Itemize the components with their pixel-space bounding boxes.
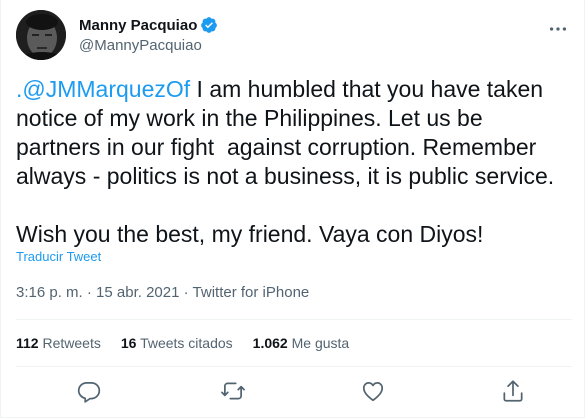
meta-separator: · — [82, 284, 97, 301]
mention-link[interactable]: .@JMMarquezOf — [16, 76, 190, 102]
tweet-time[interactable]: 3:16 p. m. — [16, 284, 83, 301]
likes-stat[interactable]: 1.062 Me gusta — [253, 335, 350, 351]
tweet-paragraph-2: Wish you the best, my friend. Vaya con D… — [16, 221, 484, 247]
display-name-row: Manny Pacquiao — [79, 15, 218, 35]
reply-icon[interactable] — [76, 378, 102, 404]
tweet-meta: 3:16 p. m. · 15 abr. 2021 · Twitter for … — [16, 284, 309, 301]
meta-separator-2: · — [179, 284, 193, 301]
retweet-icon[interactable] — [220, 378, 246, 404]
tweet-stats: 112 Retweets 16 Tweets citados 1.062 Me … — [16, 335, 369, 351]
translate-tweet-link[interactable]: Traducir Tweet — [16, 249, 101, 264]
user-handle[interactable]: @MannyPacquiao — [79, 37, 218, 54]
quotes-stat[interactable]: 16 Tweets citados — [121, 335, 233, 351]
tweet-actions — [1, 372, 585, 412]
tweet-paragraph-1: .@JMMarquezOf I am humbled that you have… — [16, 75, 572, 191]
retweets-count: 112 — [16, 335, 39, 351]
divider-bottom — [16, 366, 572, 367]
likes-label: Me gusta — [291, 335, 350, 351]
user-names: Manny Pacquiao @MannyPacquiao — [79, 15, 218, 54]
retweets-label: Retweets — [42, 335, 101, 351]
quotes-label: Tweets citados — [140, 335, 233, 351]
likes-count: 1.062 — [252, 335, 288, 351]
verified-badge-icon — [201, 17, 218, 33]
tweet-text: .@JMMarquezOf I am humbled that you have… — [16, 75, 572, 249]
like-icon[interactable] — [360, 378, 386, 404]
retweets-stat[interactable]: 112 Retweets — [16, 335, 101, 351]
share-icon[interactable] — [500, 378, 526, 404]
avatar[interactable] — [16, 10, 66, 60]
divider-top — [16, 319, 572, 320]
avatar-image — [16, 10, 66, 60]
tweet-header: Manny Pacquiao @MannyPacquiao — [16, 10, 571, 60]
tweet-source[interactable]: Twitter for iPhone — [193, 284, 310, 301]
more-icon[interactable] — [547, 18, 569, 40]
quotes-count: 16 — [120, 335, 137, 351]
tweet-date[interactable]: 15 abr. 2021 — [96, 284, 179, 301]
tweet-card: Manny Pacquiao @MannyPacquiao .@JMMarque… — [0, 0, 585, 418]
display-name[interactable]: Manny Pacquiao — [79, 17, 197, 34]
